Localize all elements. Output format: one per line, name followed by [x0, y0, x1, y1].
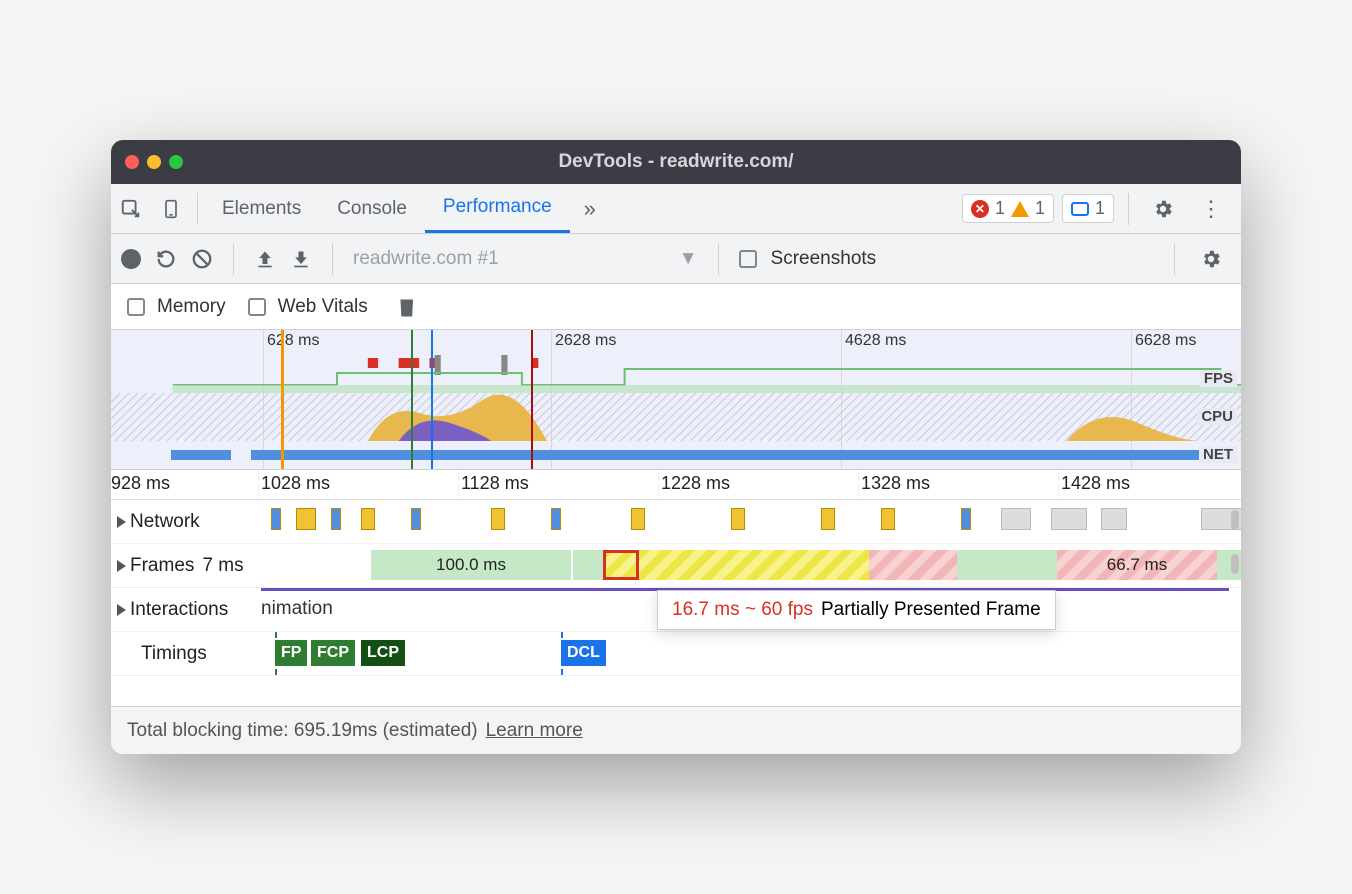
timing-fcp[interactable]: FCP	[311, 640, 355, 666]
load-profile-button[interactable]	[254, 248, 276, 270]
save-profile-button[interactable]	[290, 248, 312, 270]
overview-marker-dcl	[431, 330, 433, 469]
maximize-icon[interactable]	[169, 155, 183, 169]
timing-guideline	[561, 632, 563, 675]
kebab-menu-icon[interactable]: ⋮	[1191, 196, 1231, 222]
ruler-tick: 928 ms	[111, 473, 170, 494]
chevron-down-icon: ▼	[679, 248, 698, 270]
ruler-tick: 1428 ms	[1061, 473, 1130, 494]
record-button[interactable]	[121, 249, 141, 269]
frames-track[interactable]: Frames 7 ms 100.0 ms 66.7 ms	[111, 544, 1241, 588]
capture-settings-icon[interactable]	[1191, 248, 1231, 270]
timings-track[interactable]: Timings FP FCP LCP DCL	[111, 632, 1241, 676]
network-track[interactable]: Network	[111, 500, 1241, 544]
timing-lcp[interactable]: LCP	[361, 640, 405, 666]
overview-tick: 4628 ms	[845, 332, 906, 350]
overview-marker-lcp	[531, 330, 533, 469]
frames-track-label: Frames	[130, 555, 194, 577]
issues-chip[interactable]: ✕ 1 1	[962, 194, 1054, 223]
net-lane-label: NET	[1199, 446, 1237, 463]
devtools-window: DevTools - readwrite.com/ Elements Conso…	[111, 140, 1241, 754]
screenshots-checkbox[interactable]	[739, 250, 757, 268]
expand-icon[interactable]	[117, 560, 126, 572]
timing-fp[interactable]: FP	[275, 640, 307, 666]
tooltip-description: Partially Presented Frame	[821, 599, 1041, 621]
window-title: DevTools - readwrite.com/	[111, 151, 1241, 173]
frame-tooltip: 16.7 ms ~ 60 fps Partially Presented Fra…	[657, 590, 1056, 630]
device-toggle-icon[interactable]	[151, 184, 191, 233]
screenshots-label: Screenshots	[771, 248, 877, 270]
tab-elements[interactable]: Elements	[204, 184, 319, 233]
overview-tick: 6628 ms	[1135, 332, 1196, 350]
fps-lane-label: FPS	[1200, 370, 1237, 387]
ruler-tick: 1028 ms	[261, 473, 330, 494]
overview-tick: 2628 ms	[555, 332, 616, 350]
message-icon	[1071, 202, 1089, 216]
webvitals-label: Web Vitals	[278, 296, 368, 318]
more-tabs-icon[interactable]: »	[570, 184, 610, 233]
memory-label: Memory	[157, 296, 226, 318]
memory-checkbox[interactable]	[127, 298, 145, 316]
learn-more-link[interactable]: Learn more	[486, 720, 583, 742]
ruler-tick: 1228 ms	[661, 473, 730, 494]
recording-name: readwrite.com #1	[353, 248, 499, 270]
timeline-overview[interactable]: 628 ms 2628 ms 4628 ms 6628 ms	[111, 330, 1241, 470]
tooltip-timing: 16.7 ms ~ 60 fps	[672, 599, 813, 621]
overview-tick: 628 ms	[267, 332, 319, 350]
titlebar: DevTools - readwrite.com/	[111, 140, 1241, 184]
timeline-ruler[interactable]: 928 ms 1028 ms 1128 ms 1228 ms 1328 ms 1…	[111, 470, 1241, 500]
flamechart-tracks: Network Fra	[111, 500, 1241, 706]
cpu-lane-label: CPU	[1197, 408, 1237, 425]
network-track-label: Network	[130, 511, 200, 533]
panel-tabbar: Elements Console Performance » ✕ 1 1 1 ⋮	[111, 184, 1241, 234]
garbage-collect-button[interactable]	[398, 297, 416, 317]
webvitals-checkbox[interactable]	[248, 298, 266, 316]
clear-button[interactable]	[191, 248, 213, 270]
warning-count: 1	[1035, 198, 1045, 219]
window-controls	[125, 155, 183, 169]
settings-icon[interactable]	[1143, 198, 1183, 220]
performance-options: Memory Web Vitals	[111, 284, 1241, 330]
animation-label: nimation	[261, 598, 333, 620]
warning-icon	[1011, 201, 1029, 217]
reload-record-button[interactable]	[155, 248, 177, 270]
error-icon: ✕	[971, 200, 989, 218]
frame-100ms-label: 100.0 ms	[436, 555, 506, 575]
frame-selected[interactable]	[603, 550, 639, 580]
close-icon[interactable]	[125, 155, 139, 169]
interactions-track-label: Interactions	[130, 599, 228, 621]
performance-toolbar: readwrite.com #1 ▼ Screenshots	[111, 234, 1241, 284]
expand-icon[interactable]	[117, 516, 126, 528]
blocking-time-label: Total blocking time: 695.19ms (estimated…	[127, 720, 478, 742]
timings-track-label: Timings	[141, 643, 207, 665]
summary-footer: Total blocking time: 695.19ms (estimated…	[111, 706, 1241, 754]
ruler-tick: 1328 ms	[861, 473, 930, 494]
interactions-track[interactable]: Interactions nimation 16.7 ms ~ 60 fps P…	[111, 588, 1241, 632]
error-count: 1	[995, 198, 1005, 219]
frame-duration-first: 7 ms	[202, 555, 243, 577]
tab-performance[interactable]: Performance	[425, 184, 570, 233]
recording-selector[interactable]: readwrite.com #1 ▼	[353, 248, 698, 270]
minimize-icon[interactable]	[147, 155, 161, 169]
inspect-element-icon[interactable]	[111, 184, 151, 233]
messages-chip[interactable]: 1	[1062, 194, 1114, 223]
expand-icon[interactable]	[117, 604, 126, 616]
timing-dcl[interactable]: DCL	[561, 640, 606, 666]
ruler-tick: 1128 ms	[461, 473, 529, 494]
frame-667ms-label: 66.7 ms	[1107, 555, 1167, 575]
timing-guideline	[275, 632, 277, 675]
frame-667ms[interactable]: 66.7 ms	[1057, 550, 1217, 580]
overview-marker-fcp	[411, 330, 413, 469]
tab-console[interactable]: Console	[319, 184, 425, 233]
overview-selection-start[interactable]	[281, 330, 284, 469]
message-count: 1	[1095, 198, 1105, 219]
